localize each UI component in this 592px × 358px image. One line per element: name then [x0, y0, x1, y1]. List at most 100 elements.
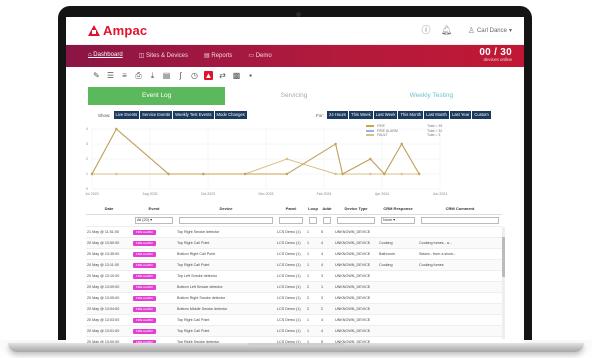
filter-service-events[interactable]: Service Events	[140, 111, 173, 119]
table-cell: 20 May @ 13:50:00	[86, 237, 132, 249]
event-badge: FIRE ALARM	[133, 306, 156, 312]
column-header[interactable]: Addr	[320, 203, 334, 215]
addr-filter-input[interactable]	[323, 217, 331, 224]
column-header[interactable]: CRM Comment	[418, 203, 502, 215]
range-last-month[interactable]: Last Month	[424, 111, 449, 119]
column-header[interactable]: Loop	[306, 203, 320, 215]
attach-icon[interactable]: ∫	[176, 71, 185, 80]
table-row[interactable]: 20 May @ 13:01:00 FIRE ALARM Top Right Cal…	[86, 325, 502, 337]
data-point	[383, 172, 386, 176]
crm-response-filter-select[interactable]: None ▾	[381, 217, 415, 224]
nav-demo[interactable]: ▭ Demo	[248, 52, 271, 59]
bar-chart-icon[interactable]: ▩	[232, 71, 241, 80]
print-icon[interactable]: ⎙	[134, 71, 143, 80]
event-filter-select[interactable]: All (20) ▾	[135, 217, 173, 224]
loop-filter-input[interactable]	[309, 217, 317, 224]
table-cell: LCS Demo (1)	[276, 281, 306, 293]
filter-live-events[interactable]: Live Events	[113, 111, 140, 119]
column-header[interactable]: Device	[176, 203, 276, 215]
crm-filter-value: None	[383, 218, 393, 222]
range-last-week[interactable]: Last Week	[373, 111, 398, 119]
column-header[interactable]: Device Type	[334, 203, 378, 215]
fire-alarm-icon[interactable]: ▲	[204, 71, 213, 80]
table-cell	[418, 270, 502, 282]
data-point	[400, 172, 403, 176]
column-header[interactable]: Date	[86, 203, 132, 215]
table-cell: 3	[320, 292, 334, 304]
laptop-notch	[248, 343, 344, 347]
table-row[interactable]: 20 May @ 13:05:00 FIRE ALARM Bottom Right …	[86, 292, 502, 304]
table-row[interactable]: 20 May @ 13:35:00 FIRE ALARM Bottom Right …	[86, 248, 502, 260]
data-point	[369, 172, 372, 176]
table-cell: LCS Demo (1)	[276, 336, 306, 343]
table-row[interactable]: 20 May @ 13:10:00 FIRE ALARM Top Left Smok…	[86, 270, 502, 282]
nav-sites-devices[interactable]: ◫ Sites & Devices	[139, 52, 188, 59]
table-cell: Top Right Call Point	[176, 325, 276, 337]
table-row[interactable]: 20 May @ 13:00:00 FIRE ALARM Top Right Smo…	[86, 336, 502, 343]
tab-event-log[interactable]: Event Log	[88, 87, 226, 105]
table-cell: FIRE ALARM	[132, 292, 176, 304]
range-custom[interactable]: Custom	[472, 111, 491, 119]
table-cell: FIRE ALARM	[132, 325, 176, 337]
table-cell: 21 May @ 11:51:00	[86, 226, 132, 238]
table-cell: Bottom Middle Smoke detector	[176, 303, 276, 315]
bell-icon[interactable]: 🔔︎	[441, 25, 452, 35]
filter-weekly-test-events[interactable]: Weekly Test Events	[173, 111, 214, 119]
range-this-week[interactable]: This Week	[349, 111, 373, 119]
help-icon[interactable]: ⓘ	[422, 25, 431, 35]
legend-swatch	[366, 125, 374, 128]
tab-servicing[interactable]: Servicing	[225, 87, 362, 105]
data-point	[90, 172, 94, 176]
table-row[interactable]: 20 May @ 13:03:00 FIRE ALARM Top Right Cal…	[86, 314, 502, 326]
logo[interactable]: Ampac	[88, 23, 147, 38]
user-menu[interactable]: ♙ Carl Dance ▾	[468, 26, 512, 35]
crm-comment-filter-input[interactable]	[421, 217, 499, 224]
table-row[interactable]: 21 May @ 11:51:00 FIRE ALARM Top Right Smo…	[86, 226, 502, 238]
table-row[interactable]: 20 May @ 13:11:00 FIRE ALARM Top Right Cal…	[86, 259, 502, 271]
event-filter-value: All (20)	[137, 218, 150, 222]
table-cell: 4	[320, 248, 334, 260]
filter-bar: Show: Live Events Service Events Weekly …	[86, 111, 506, 120]
device-filter-input[interactable]	[179, 217, 273, 224]
download-icon[interactable]: ⤓	[148, 71, 157, 80]
nav-dashboard[interactable]: ⌂ Dashboard	[88, 52, 123, 59]
panel-filter-input[interactable]	[279, 217, 303, 224]
data-point	[334, 172, 337, 176]
edit-icon[interactable]: ✎	[92, 71, 101, 80]
table-cell	[378, 303, 418, 315]
device-type-filter-input[interactable]	[337, 217, 375, 224]
sync-icon[interactable]: ⇄	[218, 71, 227, 80]
tab-weekly-testing[interactable]: Weekly Testing	[363, 87, 500, 105]
document-icon[interactable]: ▤	[162, 71, 171, 80]
column-header[interactable]: CRM Response	[378, 203, 418, 215]
filter-mode-changes[interactable]: Mode Changes	[214, 111, 247, 119]
data-point	[400, 142, 403, 146]
nav-reports[interactable]: ▤ Reports	[204, 52, 232, 59]
column-header[interactable]: Event	[132, 203, 176, 215]
signal-icon[interactable]: ▪	[246, 71, 255, 80]
x-tick-label: Apr 2024	[375, 192, 389, 196]
column-header[interactable]: Panel	[276, 203, 306, 215]
devices-online[interactable]: 00 / 30 devices online	[479, 47, 512, 62]
list-icon[interactable]: ☰	[106, 71, 115, 80]
clock-icon[interactable]: ◷	[190, 71, 199, 80]
range-this-month[interactable]: This Month	[398, 111, 424, 119]
table-scrollbar[interactable]	[502, 227, 505, 339]
table-cell: Cooking fumes	[418, 259, 502, 271]
screen: Ampac ⓘ 🔔︎ ♙ Carl Dance ▾ ⌂ Dashboard ◫ …	[66, 17, 524, 343]
scrollbar-thumb[interactable]	[502, 237, 505, 277]
chart-legend: FIRE Total = 35 FIRE ALARM Total = 32 FAULT T…	[366, 124, 486, 138]
table-row[interactable]: 20 May @ 13:50:00 FIRE ALARM Top Right Cal…	[86, 237, 502, 249]
legend-item[interactable]: FAULT Total = 3	[366, 133, 486, 138]
table-cell: UNKNOWN_DEVICE	[334, 248, 378, 260]
table-cell: LCS Demo (1)	[276, 248, 306, 260]
table-row[interactable]: 20 May @ 13:04:00 FIRE ALARM Bottom Middle…	[86, 303, 502, 315]
list-alt-icon[interactable]: ≡	[120, 71, 129, 80]
range-24-hours[interactable]: 24 Hours	[327, 111, 349, 119]
table-row[interactable]: 20 May @ 13:09:00 FIRE ALARM Bottom Left S…	[86, 281, 502, 293]
range-last-year[interactable]: Last Year	[449, 111, 472, 119]
x-tick-label: Dec 2023	[259, 192, 274, 196]
legend-total: Total = 35	[427, 124, 443, 129]
table-cell: UNKNOWN_DEVICE	[334, 303, 378, 315]
table-cell: 2	[306, 292, 320, 304]
